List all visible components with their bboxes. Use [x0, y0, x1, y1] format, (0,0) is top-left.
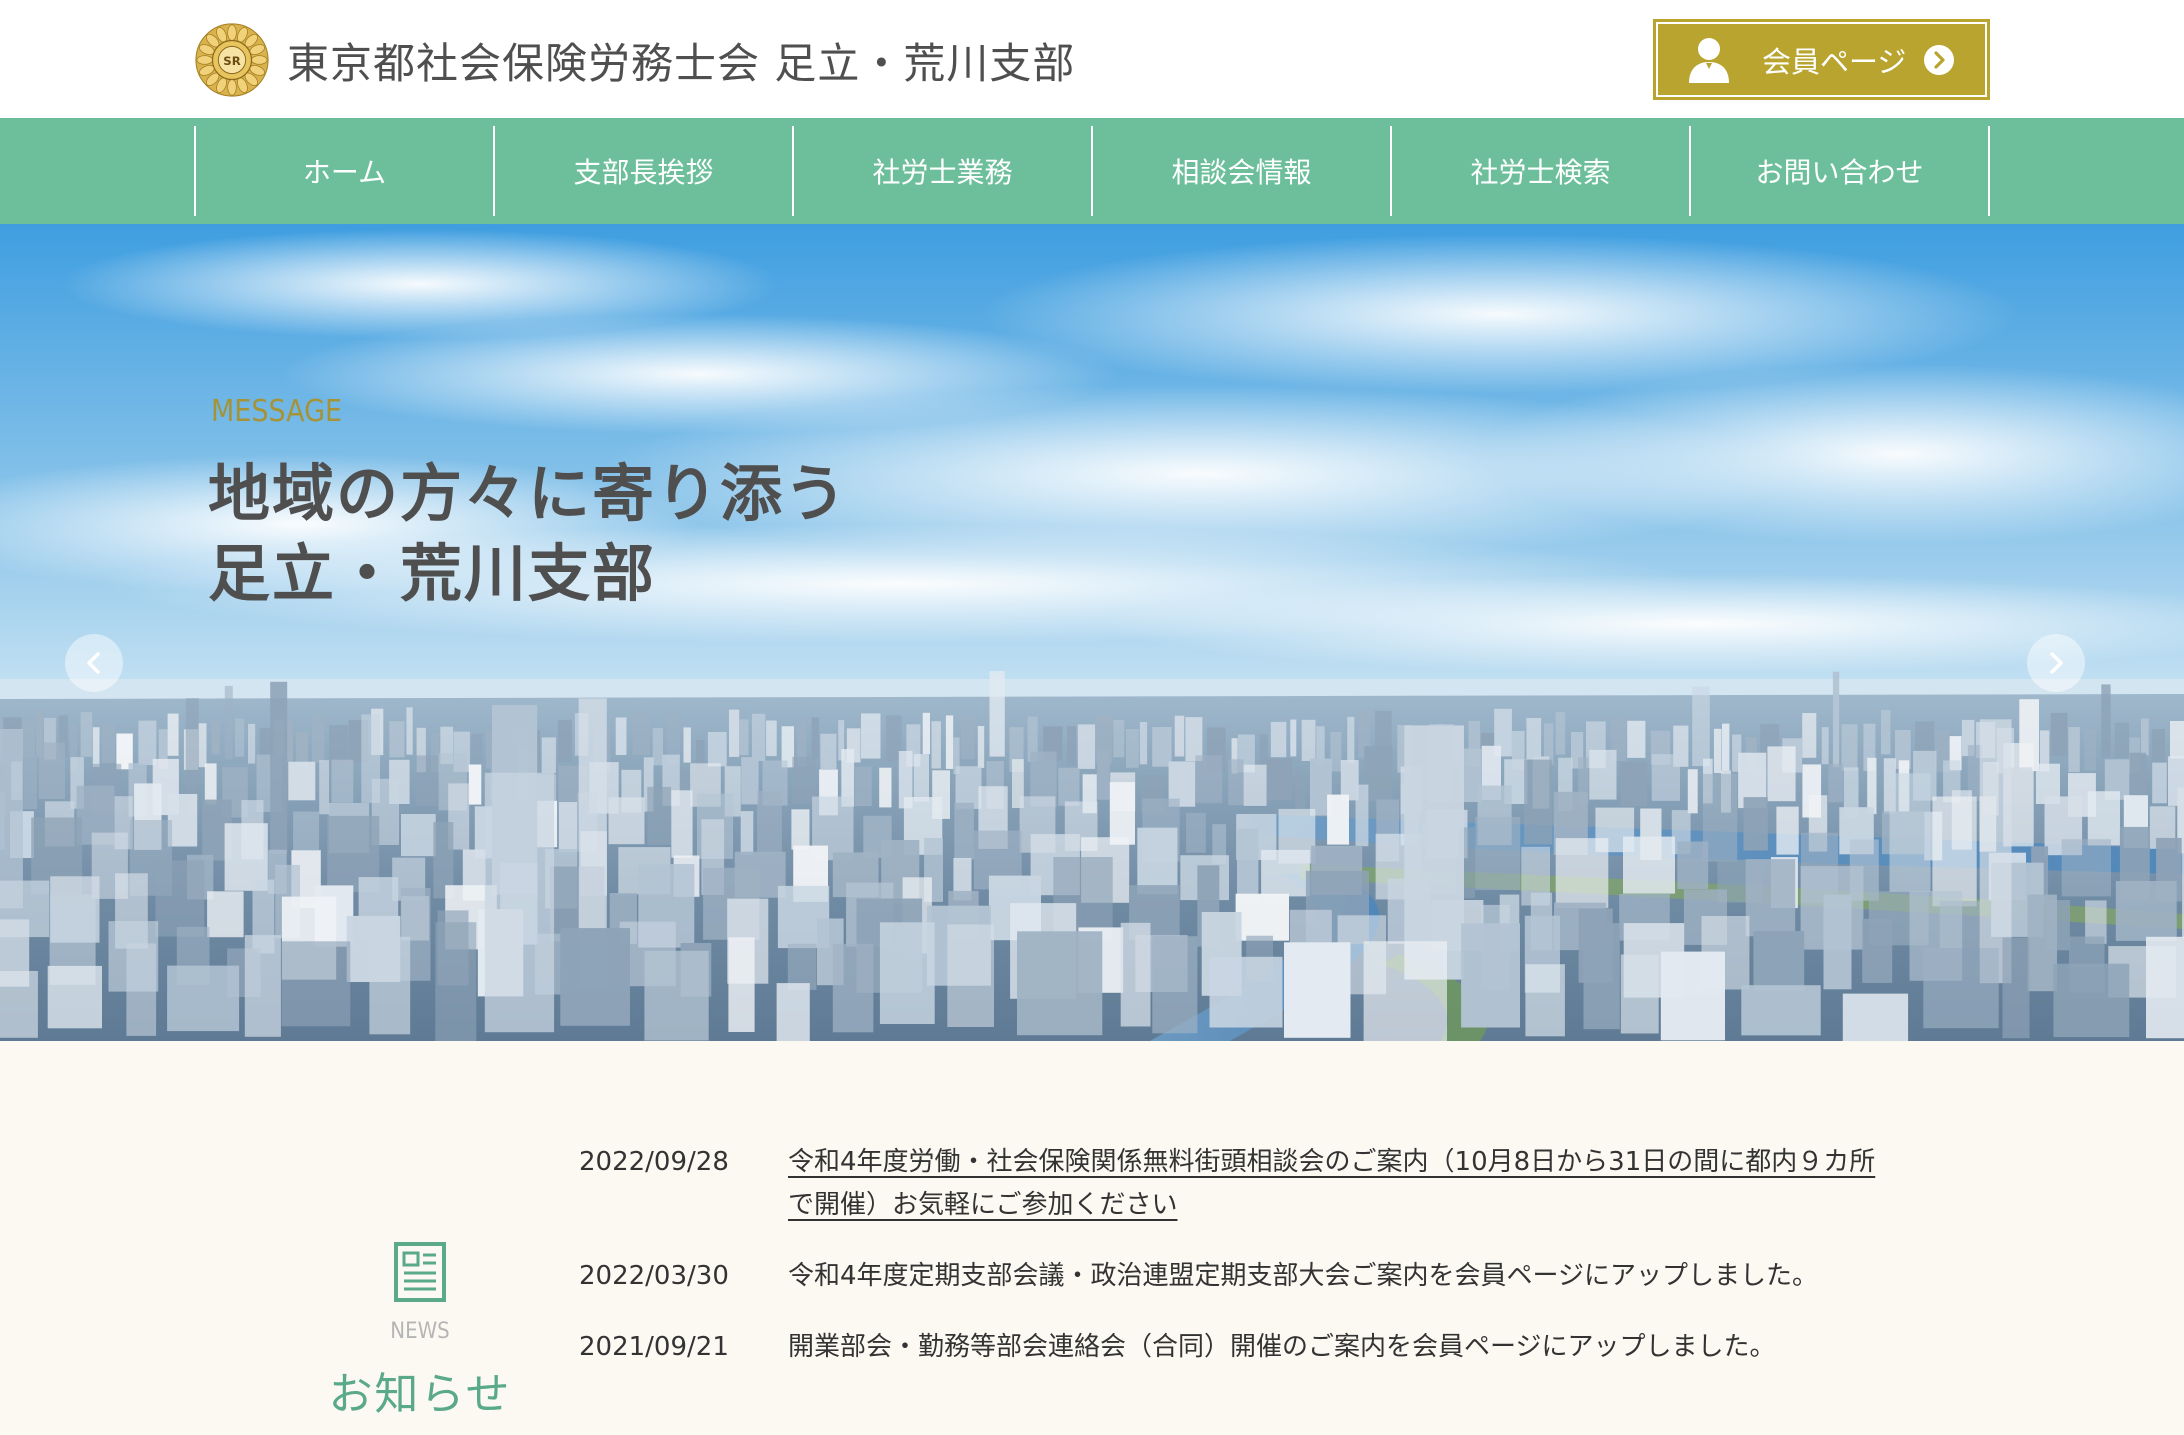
nav-item-search[interactable]: 社労士検索 — [1392, 126, 1691, 216]
member-page-button[interactable]: 会員ページ — [1653, 19, 1990, 100]
news-section: NEWS お知らせ 2022/09/28 令和4年度労働・社会保険関係無料街頭相… — [0, 1041, 2184, 1435]
nav-item-services[interactable]: 社労士業務 — [794, 126, 1093, 216]
news-heading-ja: お知らせ — [328, 1369, 512, 1420]
news-item: 2022/09/28 令和4年度労働・社会保険関係無料街頭相談会のご案内（10月… — [579, 1141, 1879, 1227]
chevron-left-icon — [87, 652, 100, 674]
news-date: 2021/09/21 — [579, 1332, 729, 1362]
nav-item-home[interactable]: ホーム — [196, 126, 495, 216]
nav-item-greeting[interactable]: 支部長挨拶 — [495, 126, 794, 216]
news-item: 2022/03/30 令和4年度定期支部会議・政治連盟定期支部大会ご案内を会員ペ… — [579, 1255, 1879, 1298]
site-logo[interactable]: SR 東京都社会保険労務士会 足立・荒川支部 — [193, 20, 1075, 100]
hero-headline-line-2: 足立・荒川支部 — [208, 537, 657, 610]
news-link[interactable]: 令和4年度労働・社会保険関係無料街頭相談会のご案内（10月8日から31日の間に都… — [788, 1141, 1878, 1227]
circle-arrow-right-icon — [1924, 44, 1954, 75]
main-nav-list: ホーム 支部長挨拶 社労士業務 相談会情報 社労士検索 お問い合わせ — [194, 126, 1990, 216]
hero-headline-line-1: 地域の方々に寄り添う — [208, 457, 849, 530]
nav-item-contact[interactable]: お問い合わせ — [1691, 126, 1990, 216]
news-date: 2022/03/30 — [579, 1261, 729, 1291]
sr-emblem-icon: SR — [195, 23, 269, 97]
person-icon — [1689, 37, 1729, 83]
news-text: 開業部会・勤務等部会連絡会（合同）開催のご案内を会員ページにアップしました。 — [788, 1332, 1776, 1362]
news-date: 2022/09/28 — [579, 1147, 729, 1177]
chevron-right-icon — [2050, 652, 2063, 674]
svg-text:SR: SR — [223, 54, 240, 68]
site-title: 東京都社会保険労務士会 足立・荒川支部 — [287, 38, 1076, 88]
news-list: 2022/09/28 令和4年度労働・社会保険関係無料街頭相談会のご案内（10月… — [579, 1141, 1879, 1397]
newspaper-icon — [394, 1242, 446, 1302]
news-item: 2021/09/21 開業部会・勤務等部会連絡会（合同）開催のご案内を会員ページ… — [579, 1326, 1879, 1369]
nav-item-consultation[interactable]: 相談会情報 — [1093, 126, 1392, 216]
hero-headline: 地域の方々に寄り添う 足立・荒川支部 — [208, 454, 848, 614]
hero-kicker: MESSAGE — [211, 394, 343, 429]
hero-slider: MESSAGE 地域の方々に寄り添う 足立・荒川支部 — [0, 224, 2184, 1041]
site-header: SR 東京都社会保険労務士会 足立・荒川支部 会員ページ — [0, 0, 2184, 118]
news-heading-en: NEWS — [390, 1319, 450, 1344]
slider-next-button[interactable] — [2027, 634, 2085, 692]
member-page-label: 会員ページ — [1762, 44, 1907, 79]
news-text: 令和4年度定期支部会議・政治連盟定期支部大会ご案内を会員ページにアップしました。 — [788, 1261, 1819, 1291]
hero-cityscape-image — [0, 224, 2184, 1041]
main-nav: ホーム 支部長挨拶 社労士業務 相談会情報 社労士検索 お問い合わせ — [0, 118, 2184, 224]
slider-prev-button[interactable] — [65, 634, 123, 692]
news-heading: NEWS お知らせ — [300, 1241, 540, 1422]
